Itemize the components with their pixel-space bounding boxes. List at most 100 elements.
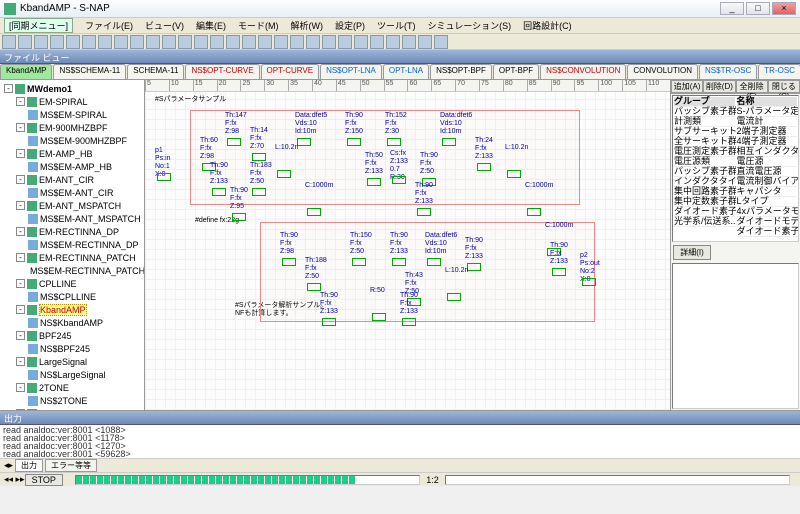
toolbar-icon[interactable] bbox=[82, 35, 96, 49]
doc-tab[interactable]: NS$CONVOLUTION bbox=[540, 64, 626, 79]
toolbar-icon[interactable] bbox=[162, 35, 176, 49]
tree-node[interactable]: MS$EM-ANT_MSPATCH bbox=[2, 212, 142, 225]
toolbar-icon[interactable] bbox=[194, 35, 208, 49]
toolbar-icon[interactable] bbox=[66, 35, 80, 49]
tree-node[interactable]: MS$EM-AMP_HB bbox=[2, 160, 142, 173]
schematic-label: C:1000m bbox=[525, 182, 553, 190]
doc-tab[interactable]: SCHEMA-11 bbox=[127, 64, 184, 79]
doc-tab[interactable]: NS$OPT-CURVE bbox=[185, 64, 259, 79]
tree-node[interactable]: MS$EM-SPIRAL bbox=[2, 108, 142, 121]
toolbar-icon[interactable] bbox=[18, 35, 32, 49]
menu-item[interactable]: 設定(P) bbox=[329, 20, 371, 32]
toolbar-icon[interactable] bbox=[114, 35, 128, 49]
menu-item[interactable]: ビュー(V) bbox=[139, 20, 190, 32]
toolbar-icon[interactable] bbox=[98, 35, 112, 49]
list-item[interactable]: 光学系/伝送系.. bbox=[674, 217, 735, 227]
right-tab[interactable]: 削除(D) bbox=[703, 80, 735, 93]
right-tab[interactable]: 全削除(F) bbox=[736, 80, 768, 93]
toolbar-icon[interactable] bbox=[322, 35, 336, 49]
right-empty-panel bbox=[672, 263, 799, 410]
toolbar-icon[interactable] bbox=[338, 35, 352, 49]
tree-node[interactable]: -EM-900MHZBPF bbox=[2, 121, 142, 134]
toolbar-icon[interactable] bbox=[50, 35, 64, 49]
tree-root[interactable]: MWdemo1 bbox=[27, 84, 72, 94]
tree-node[interactable]: -EM-RECTINNA_PATCH bbox=[2, 251, 142, 264]
tree-node[interactable]: -EM-ANT_MSPATCH bbox=[2, 199, 142, 212]
doc-tab[interactable]: OPT-BPF bbox=[493, 64, 539, 79]
tree-node[interactable]: NS$2TONE bbox=[2, 394, 142, 407]
output-tab[interactable]: 出力 bbox=[15, 459, 43, 472]
toolbar-icon[interactable] bbox=[210, 35, 224, 49]
doc-tab[interactable]: OPT-CURVE bbox=[261, 64, 320, 79]
toolbar-icon[interactable] bbox=[2, 35, 16, 49]
menu-item[interactable]: モード(M) bbox=[232, 20, 285, 32]
maximize-button[interactable]: □ bbox=[746, 2, 770, 15]
tree-node[interactable]: MS$EM-ANT_CIR bbox=[2, 186, 142, 199]
toolbar-icon[interactable] bbox=[34, 35, 48, 49]
menu-item[interactable]: ファイル(E) bbox=[79, 20, 139, 32]
schematic-canvas[interactable]: 5101520253035404550556065707580859095100… bbox=[145, 80, 670, 410]
tree-node[interactable]: MS$EM-900MHZBPF bbox=[2, 134, 142, 147]
toolbar-icon[interactable] bbox=[242, 35, 256, 49]
doc-tab[interactable]: NS$OPT-BPF bbox=[430, 64, 492, 79]
doc-tab[interactable]: NS$TR-OSC bbox=[699, 64, 757, 79]
toolbar-icon[interactable] bbox=[418, 35, 432, 49]
right-tab[interactable]: 追加(A) bbox=[671, 80, 703, 93]
tree-node[interactable]: MS$CPLLINE bbox=[2, 290, 142, 303]
tree-node[interactable]: -EM-AMP_HB bbox=[2, 147, 142, 160]
project-tree[interactable]: -MWdemo1 -EM-SPIRALMS$EM-SPIRAL-EM-900MH… bbox=[0, 80, 145, 410]
minimize-button[interactable]: _ bbox=[720, 2, 744, 15]
output-header: 出力 bbox=[0, 411, 800, 425]
toolbar-icon[interactable] bbox=[370, 35, 384, 49]
toolbar-icon[interactable] bbox=[146, 35, 160, 49]
tree-node[interactable]: -KbandAMP bbox=[2, 303, 142, 316]
tree-node[interactable]: -BPF245 bbox=[2, 329, 142, 342]
schematic-label: L:10.2n bbox=[275, 144, 298, 152]
toolbar-icon[interactable] bbox=[434, 35, 448, 49]
schematic-label: Th:90 F:fx Z:133 bbox=[415, 182, 433, 206]
tree-node[interactable]: -CPLLINE bbox=[2, 277, 142, 290]
schematic-label: Th:90 F:fx Z:95 bbox=[230, 187, 248, 211]
tree-node[interactable]: NS$KbandAMP bbox=[2, 316, 142, 329]
prev-menu-button[interactable]: [同期メニュー] bbox=[4, 18, 73, 33]
stop-button[interactable]: STOP bbox=[25, 474, 63, 486]
tree-node[interactable]: -HB-OSC bbox=[2, 407, 142, 410]
menu-item[interactable]: 解析(W) bbox=[285, 20, 330, 32]
toolbar-icon[interactable] bbox=[226, 35, 240, 49]
tree-node[interactable]: MS$EM-RECTINNA_DP bbox=[2, 238, 142, 251]
list-item[interactable]: ダイオード素子 bbox=[737, 227, 798, 237]
doc-tab[interactable]: NS$OPT-LNA bbox=[320, 64, 382, 79]
tree-node[interactable]: MS$EM-RECTINNA_PATCH bbox=[2, 264, 142, 277]
right-tab[interactable]: 閉じる(C) bbox=[768, 80, 800, 93]
doc-tab[interactable]: TR-OSC bbox=[758, 64, 800, 79]
detail-button[interactable]: 詳細(I) bbox=[673, 245, 711, 260]
tree-node[interactable]: -2TONE bbox=[2, 381, 142, 394]
menu-item[interactable]: 編集(E) bbox=[190, 20, 232, 32]
close-button[interactable]: × bbox=[772, 2, 796, 15]
menu-item[interactable]: シミュレーション(S) bbox=[422, 20, 518, 32]
doc-tab[interactable]: CONVOLUTION bbox=[627, 64, 698, 79]
toolbar-icon[interactable] bbox=[178, 35, 192, 49]
schematic-label: Th:90 F:fx Z:133 bbox=[400, 292, 418, 316]
toolbar-icon[interactable] bbox=[130, 35, 144, 49]
tree-node[interactable]: -EM-ANT_CIR bbox=[2, 173, 142, 186]
tree-node[interactable]: -EM-RECTINNA_DP bbox=[2, 225, 142, 238]
schematic-label: L:10.2n bbox=[445, 267, 468, 275]
toolbar-icon[interactable] bbox=[386, 35, 400, 49]
doc-tab[interactable]: OPT-LNA bbox=[383, 64, 429, 79]
doc-tab[interactable]: NS$SCHEMA-11 bbox=[53, 64, 126, 79]
menu-item[interactable]: ツール(T) bbox=[371, 20, 422, 32]
tree-node[interactable]: -EM-SPIRAL bbox=[2, 95, 142, 108]
error-tab[interactable]: エラー等等 bbox=[45, 459, 97, 472]
toolbar-icon[interactable] bbox=[402, 35, 416, 49]
tree-node[interactable]: -LargeSignal bbox=[2, 355, 142, 368]
toolbar-icon[interactable] bbox=[290, 35, 304, 49]
toolbar-icon[interactable] bbox=[274, 35, 288, 49]
doc-tab[interactable]: KbandAMP bbox=[0, 64, 52, 79]
toolbar-icon[interactable] bbox=[354, 35, 368, 49]
tree-node[interactable]: NS$BPF245 bbox=[2, 342, 142, 355]
tree-node[interactable]: NS$LargeSignal bbox=[2, 368, 142, 381]
toolbar-icon[interactable] bbox=[306, 35, 320, 49]
toolbar-icon[interactable] bbox=[258, 35, 272, 49]
menu-item[interactable]: 回路設計(C) bbox=[517, 20, 578, 32]
